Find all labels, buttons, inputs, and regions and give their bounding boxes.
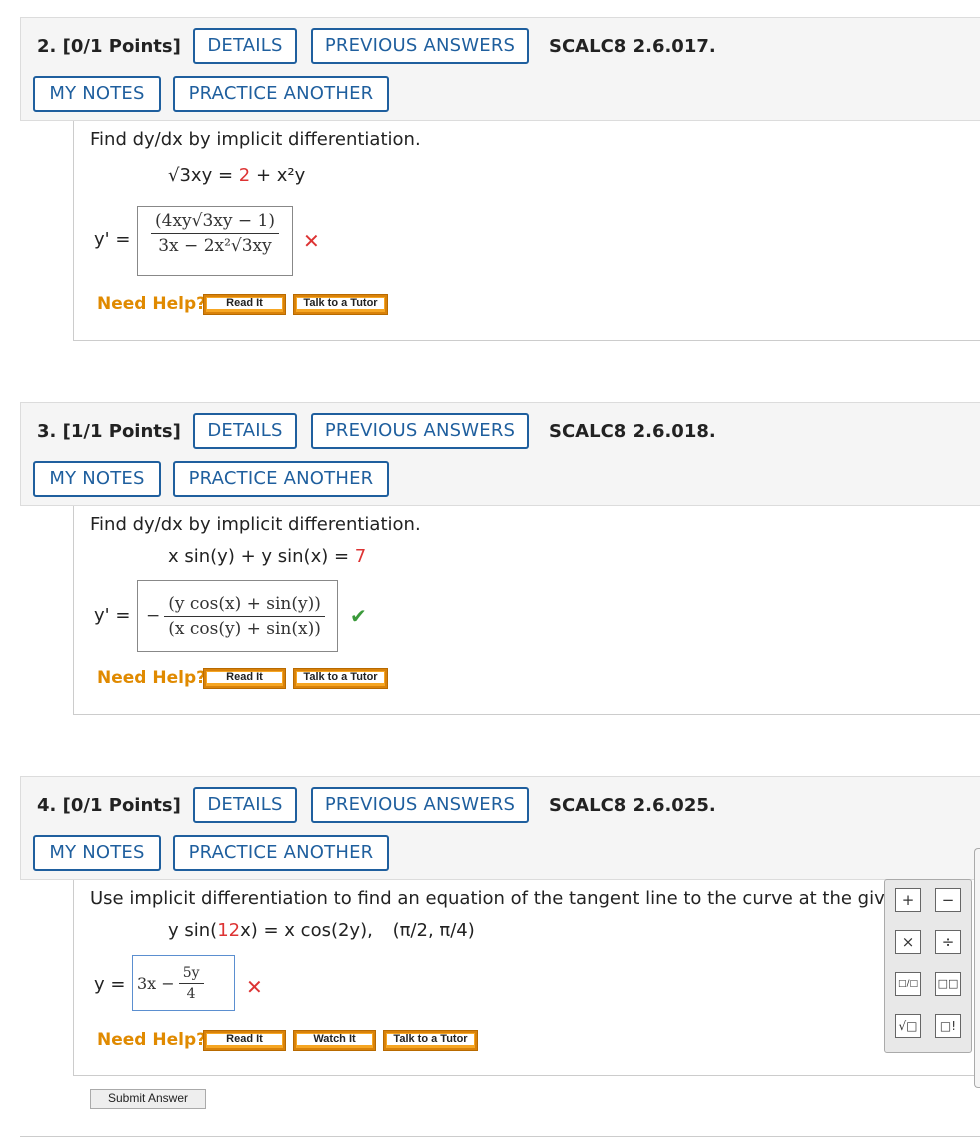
equation-constant: 2 (238, 165, 251, 186)
question-3-header: 3. [1/1 Points] DETAILS PREVIOUS ANSWERS… (20, 402, 980, 506)
side-panel-edge[interactable] (974, 848, 980, 1088)
problem-code: SCALC8 2.6.025. (549, 795, 716, 816)
details-button[interactable]: DETAILS (193, 28, 297, 64)
divide-key[interactable]: ÷ (935, 930, 961, 954)
answer-denominator: 4 (186, 985, 196, 1002)
question-4-number: 4. [0/1 Points] (37, 795, 181, 816)
equation-constant: 7 (354, 546, 367, 567)
need-help-label: Need Help? (97, 668, 206, 688)
read-it-button[interactable]: Read It (203, 294, 286, 315)
question-2-body: Find dy/dx by implicit differentiation. … (73, 121, 980, 341)
answer-numerator: (y cos(x) + sin(y)) (164, 594, 325, 617)
answer-sign: − (146, 606, 161, 626)
practice-another-button[interactable]: PRACTICE ANOTHER (173, 835, 389, 871)
previous-answers-button[interactable]: PREVIOUS ANSWERS (311, 787, 529, 823)
watch-it-button[interactable]: Watch It (293, 1030, 376, 1051)
question-3-body: Find dy/dx by implicit differentiation. … (73, 506, 980, 715)
question-4-header: 4. [0/1 Points] DETAILS PREVIOUS ANSWERS… (20, 776, 980, 880)
equation-equals: = (212, 165, 239, 186)
read-it-button[interactable]: Read It (203, 1030, 286, 1051)
need-help-label: Need Help? (97, 294, 206, 314)
previous-answers-button[interactable]: PREVIOUS ANSWERS (311, 28, 529, 64)
answer-input[interactable]: 3x − 5y 4 (132, 955, 235, 1011)
problem-code: SCALC8 2.6.018. (549, 421, 716, 442)
factorial-key[interactable]: □! (935, 1014, 961, 1038)
question-prompt: Use implicit differentiation to find an … (90, 888, 885, 909)
talk-to-tutor-button[interactable]: Talk to a Tutor (293, 294, 388, 315)
answer-fraction: 5y 4 (178, 965, 204, 1002)
tangent-point: (π/2, π/4) (392, 920, 475, 941)
question-3-number: 3. [1/1 Points] (37, 421, 181, 442)
answer-numerator: (4xy√3xy − 1) (151, 211, 279, 234)
question-2-header: 2. [0/1 Points] DETAILS PREVIOUS ANSWERS… (20, 17, 980, 121)
question-equation: x sin(y) + y sin(x) = 7 (168, 546, 366, 567)
answer-label: y' = (94, 229, 131, 250)
answer-input[interactable]: (4xy√3xy − 1) 3x − 2x²√3xy (137, 206, 293, 276)
answer-denominator: 3x − 2x²√3xy (158, 236, 272, 256)
incorrect-icon: ✕ (246, 975, 263, 999)
equation-equals: = (328, 546, 355, 567)
equation-left: x sin(y) + y sin(x) (168, 546, 329, 567)
need-help-label: Need Help? (97, 1030, 206, 1050)
details-button[interactable]: DETAILS (193, 413, 297, 449)
answer-input[interactable]: − (y cos(x) + sin(y)) (x cos(y) + sin(x)… (137, 580, 338, 652)
my-notes-button[interactable]: MY NOTES (33, 76, 161, 112)
question-prompt: Find dy/dx by implicit differentiation. (90, 514, 421, 535)
answer-label: y = (94, 974, 126, 995)
previous-answers-button[interactable]: PREVIOUS ANSWERS (311, 413, 529, 449)
correct-icon: ✔ (350, 604, 367, 628)
answer-fraction: (y cos(x) + sin(y)) (x cos(y) + sin(x)) (164, 594, 325, 639)
read-it-button[interactable]: Read It (203, 668, 286, 689)
exponent-key[interactable]: □□ (935, 972, 961, 996)
answer-fraction: (4xy√3xy − 1) 3x − 2x²√3xy (151, 211, 279, 256)
my-notes-button[interactable]: MY NOTES (33, 461, 161, 497)
plus-key[interactable]: + (895, 888, 921, 912)
answer-numerator: 5y (178, 965, 204, 984)
submit-answer-button[interactable]: Submit Answer (90, 1089, 206, 1109)
practice-another-button[interactable]: PRACTICE ANOTHER (173, 76, 389, 112)
equation-left: √3xy (168, 165, 213, 186)
minus-key[interactable]: − (935, 888, 961, 912)
equation-part-a: y sin( (168, 920, 218, 941)
answer-prefix: 3x − (137, 973, 175, 993)
question-equation: √3xy = 2 + x²y (168, 165, 305, 186)
sqrt-key[interactable]: √□ (895, 1014, 921, 1038)
math-keypad: + − × ÷ □/□ □□ √□ □! (884, 879, 972, 1053)
problem-code: SCALC8 2.6.017. (549, 36, 716, 57)
question-equation: y sin(12x) = x cos(2y), (π/2, π/4) (168, 920, 475, 941)
incorrect-icon: ✕ (303, 229, 320, 253)
equation-constant: 12 (217, 920, 241, 941)
talk-to-tutor-button[interactable]: Talk to a Tutor (293, 668, 388, 689)
practice-another-button[interactable]: PRACTICE ANOTHER (173, 461, 389, 497)
equation-right: + x²y (250, 165, 306, 186)
details-button[interactable]: DETAILS (193, 787, 297, 823)
answer-denominator: (x cos(y) + sin(x)) (168, 618, 321, 639)
answer-label: y' = (94, 605, 131, 626)
times-key[interactable]: × (895, 930, 921, 954)
divider (20, 1136, 980, 1137)
question-4-body: Use implicit differentiation to find an … (73, 880, 980, 1076)
equation-part-b: x) = x cos(2y), (240, 920, 373, 941)
question-2-number: 2. [0/1 Points] (37, 36, 181, 57)
fraction-key[interactable]: □/□ (895, 972, 921, 996)
talk-to-tutor-button[interactable]: Talk to a Tutor (383, 1030, 478, 1051)
question-prompt: Find dy/dx by implicit differentiation. (90, 129, 421, 150)
my-notes-button[interactable]: MY NOTES (33, 835, 161, 871)
